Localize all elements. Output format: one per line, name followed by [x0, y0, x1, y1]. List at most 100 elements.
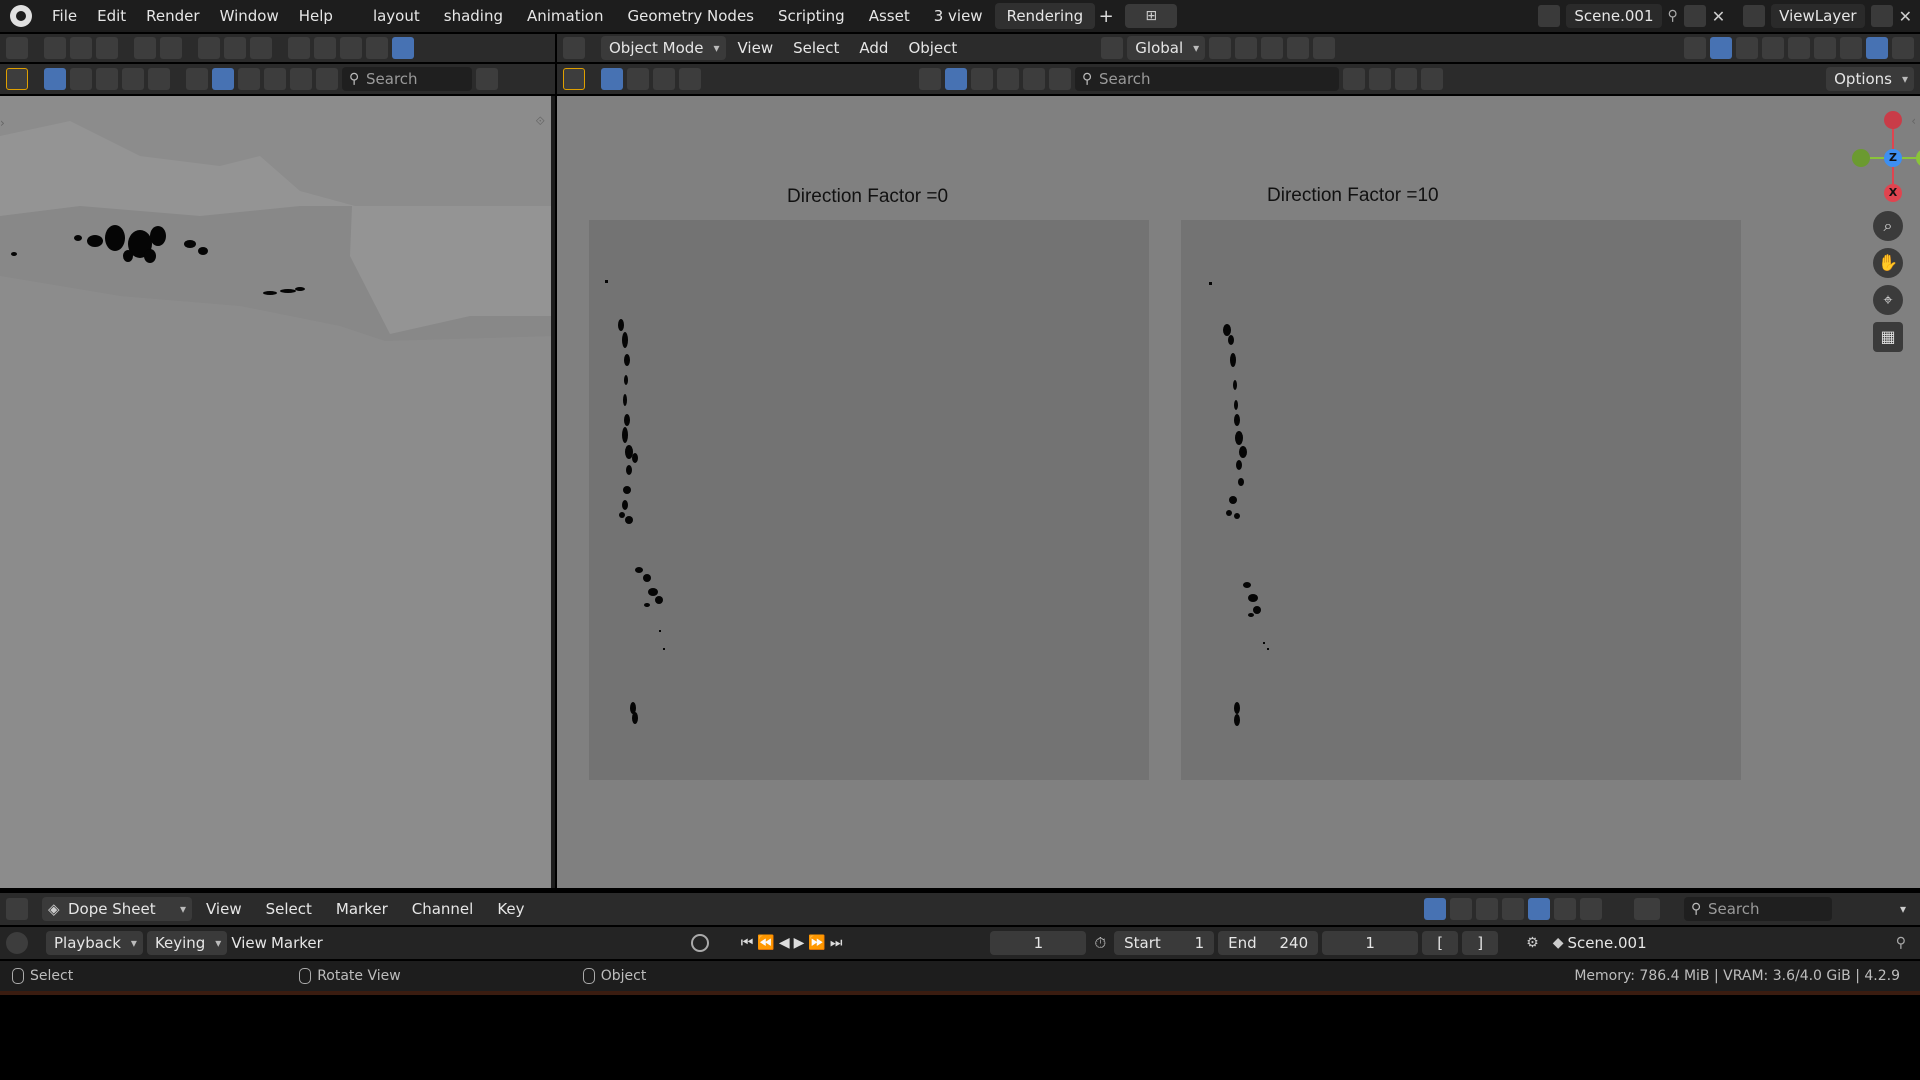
- auto-snap-icon[interactable]: [1527, 898, 1550, 920]
- select-mode-intersect-icon[interactable]: [148, 68, 170, 90]
- select-tool-icon[interactable]: [6, 68, 28, 90]
- timeline-menu-select[interactable]: Select: [256, 900, 322, 918]
- close-view-layer-icon[interactable]: ✕: [1899, 7, 1912, 26]
- material-shading-icon[interactable]: [366, 37, 388, 59]
- current-frame-field[interactable]: 1: [990, 931, 1087, 955]
- gizmo-x-ball[interactable]: X: [1884, 184, 1902, 202]
- only-selected-icon[interactable]: [1423, 898, 1446, 920]
- rendered-shading-icon[interactable]: [1866, 37, 1888, 59]
- wireframe-shading-icon[interactable]: [314, 37, 336, 59]
- bookmark-icon[interactable]: [476, 68, 498, 90]
- gizmo-icon[interactable]: [224, 37, 246, 59]
- menu-help[interactable]: Help: [289, 4, 343, 28]
- editor-type-icon[interactable]: [563, 37, 585, 59]
- snap-target-icon[interactable]: [1261, 37, 1284, 59]
- bracket-left-button[interactable]: [: [1422, 931, 1459, 955]
- falloff-icon[interactable]: [160, 37, 182, 59]
- close-scene-icon[interactable]: ✕: [1712, 7, 1725, 26]
- solid-shading-icon[interactable]: [340, 37, 362, 59]
- falloff-icon[interactable]: [1579, 898, 1602, 920]
- corner-collapse-icon[interactable]: ‹: [1911, 114, 1916, 128]
- properties-editor-icon[interactable]: [1633, 898, 1660, 920]
- pin-icon[interactable]: ⚲: [1668, 8, 1678, 24]
- funnel-filter-icon[interactable]: [1421, 68, 1443, 90]
- tab-shading[interactable]: shading: [432, 3, 515, 29]
- scene-selector[interactable]: Scene.001: [1566, 4, 1662, 28]
- bracket-right-button[interactable]: ]: [1462, 931, 1499, 955]
- record-icon[interactable]: [690, 934, 709, 952]
- new-view-layer-icon[interactable]: [1870, 5, 1893, 27]
- overlay-icon[interactable]: [250, 37, 272, 59]
- corner-expand-icon[interactable]: ⟐: [536, 114, 545, 129]
- start-frame-field[interactable]: Start 1: [1114, 931, 1215, 955]
- left-viewport[interactable]: › ⟐: [0, 96, 555, 888]
- filter-light-icon[interactable]: [997, 68, 1019, 90]
- orientation-dropdown[interactable]: Global: [1127, 36, 1206, 60]
- menu-file[interactable]: File: [42, 4, 87, 28]
- show-hidden-icon[interactable]: [1449, 898, 1472, 920]
- play-icon[interactable]: ▶: [794, 935, 805, 951]
- options-dropdown[interactable]: Options: [1826, 67, 1914, 91]
- select-mode-new-icon[interactable]: [601, 68, 623, 90]
- chevron-down-icon[interactable]: ▾: [1900, 902, 1914, 916]
- filter-other-icon[interactable]: [1049, 68, 1071, 90]
- menu-select[interactable]: Select: [785, 39, 847, 57]
- select-mode-extend-icon[interactable]: [70, 68, 92, 90]
- select-tool-icon[interactable]: [563, 68, 585, 90]
- view-layer-icon[interactable]: [1743, 5, 1766, 27]
- play-reverse-icon[interactable]: ◀: [779, 935, 790, 951]
- scene-icon[interactable]: [1538, 5, 1561, 27]
- add-workspace-button[interactable]: +: [1095, 6, 1117, 27]
- editor-type-icon[interactable]: [6, 37, 28, 59]
- jump-end-icon[interactable]: ⏭: [830, 935, 843, 951]
- playback-menu-view[interactable]: View: [231, 934, 267, 952]
- overlay-icon[interactable]: [1736, 37, 1758, 59]
- menu-add[interactable]: Add: [851, 39, 896, 57]
- filter-dropdown-icon[interactable]: [1343, 68, 1365, 90]
- view-layer-selector[interactable]: ViewLayer: [1771, 4, 1865, 28]
- rendered-shading-icon[interactable]: [392, 37, 414, 59]
- tab-animation[interactable]: Animation: [515, 3, 615, 29]
- menu-edit[interactable]: Edit: [87, 4, 136, 28]
- visibility-icon[interactable]: [198, 37, 220, 59]
- select-mode-subtract-icon[interactable]: [653, 68, 675, 90]
- playback-dropdown[interactable]: Playback: [46, 931, 143, 955]
- properties-icon[interactable]: ⚙: [1526, 935, 1539, 951]
- xray-icon[interactable]: [288, 37, 310, 59]
- object-mode-dropdown[interactable]: Object Mode: [601, 36, 726, 60]
- camera-view-icon[interactable]: ⌖: [1873, 285, 1903, 315]
- stopwatch-icon[interactable]: ⏱: [1090, 934, 1110, 952]
- select-mode-subtract-icon[interactable]: [96, 68, 118, 90]
- tab-asset[interactable]: Asset: [857, 3, 922, 29]
- timeline-menu-marker[interactable]: Marker: [326, 900, 398, 918]
- select-mode-extend-icon[interactable]: [627, 68, 649, 90]
- timeline-menu-channel[interactable]: Channel: [402, 900, 484, 918]
- filter-mesh-icon[interactable]: [945, 68, 967, 90]
- filter-curve-icon[interactable]: [971, 68, 993, 90]
- tab-geometry-nodes[interactable]: Geometry Nodes: [615, 3, 766, 29]
- render-pass-icon[interactable]: [1892, 37, 1914, 59]
- prev-keyframe-icon[interactable]: ⏪: [757, 935, 774, 951]
- jump-start-icon[interactable]: ⏮: [741, 935, 754, 951]
- gizmo-neg-y-ball[interactable]: [1852, 149, 1870, 167]
- wireframe-shading-icon[interactable]: [1788, 37, 1810, 59]
- grid-ortho-icon[interactable]: ▦: [1873, 322, 1903, 352]
- filter-curve-icon[interactable]: [238, 68, 260, 90]
- collection-icon[interactable]: [1395, 68, 1417, 90]
- editor-type-icon[interactable]: [6, 898, 28, 920]
- xray-icon[interactable]: [1762, 37, 1784, 59]
- proportional-edit-icon[interactable]: [134, 37, 156, 59]
- gizmo-z-ball[interactable]: Z: [1884, 149, 1902, 167]
- menu-window[interactable]: Window: [210, 4, 289, 28]
- filter-icon[interactable]: [1501, 898, 1524, 920]
- navigation-gizmo[interactable]: Z Y X: [1847, 106, 1920, 202]
- zoom-icon[interactable]: ⌕: [1873, 211, 1903, 241]
- bottom-scene-label[interactable]: Scene.001: [1568, 934, 1647, 952]
- proportional-edit-icon[interactable]: [1553, 898, 1576, 920]
- tab-rendering[interactable]: Rendering: [994, 3, 1096, 29]
- orientation-icon[interactable]: [1101, 37, 1124, 59]
- gizmo-icon[interactable]: [1710, 37, 1732, 59]
- material-shading-icon[interactable]: [1840, 37, 1862, 59]
- object-types-icon[interactable]: [186, 68, 208, 90]
- filter-mesh-icon[interactable]: [212, 68, 234, 90]
